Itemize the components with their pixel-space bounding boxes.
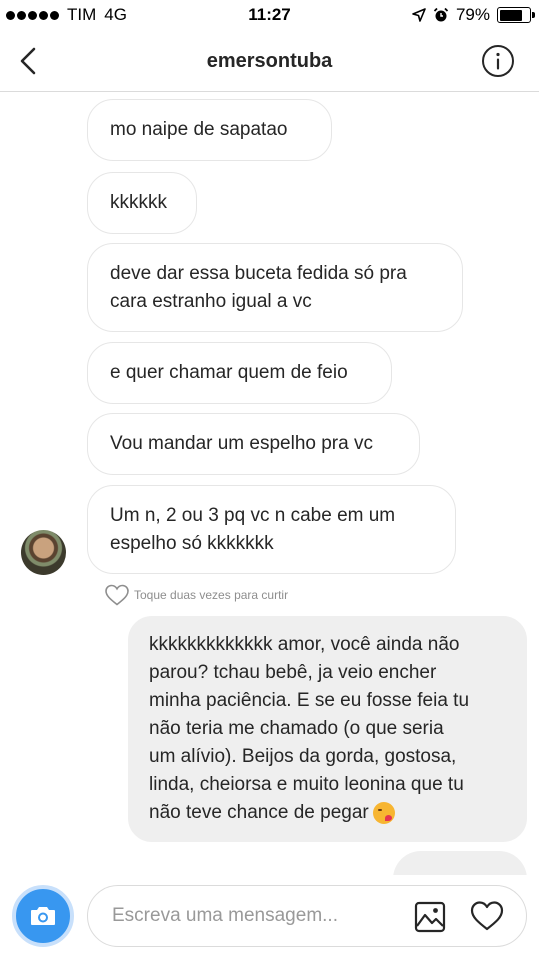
battery-icon <box>497 7 535 23</box>
info-button[interactable] <box>481 44 515 78</box>
message-text: e quer chamar quem de feio <box>110 362 348 383</box>
gallery-icon <box>414 901 446 933</box>
like-hint[interactable]: Toque duas vezes para curtir <box>104 583 288 607</box>
message-text: Vou mandar um espelho pra vc <box>110 433 373 454</box>
camera-icon <box>31 907 55 925</box>
message-bubble[interactable]: kkkkkk <box>87 172 197 234</box>
direct-message-screen: TIM 4G 11:27 79% emersontuba mo naipe de… <box>0 0 539 960</box>
message-text: Um n, 2 ou 3 pq vc n cabe em um espelho … <box>110 504 396 554</box>
heart-button[interactable] <box>470 900 504 932</box>
alarm-clock-icon <box>433 7 449 22</box>
message-bubble[interactable]: mo naipe de sapatao <box>87 99 332 161</box>
camera-button[interactable] <box>12 885 74 947</box>
face-blowing-kiss-icon <box>372 801 395 824</box>
heart-icon <box>470 901 504 931</box>
status-bar: TIM 4G 11:27 79% <box>0 0 539 32</box>
message-bubble-outgoing[interactable]: kkkkkkkkkkkkk amor, você ainda não parou… <box>128 616 527 842</box>
message-text: mo naipe de sapatao <box>110 119 288 140</box>
thread-username[interactable]: emersontuba <box>0 50 539 73</box>
message-bubble[interactable]: Um n, 2 ou 3 pq vc n cabe em um espelho … <box>87 485 456 574</box>
message-bubble[interactable]: deve dar essa buceta fedida só pra cara … <box>87 243 463 332</box>
location-arrow-icon <box>412 8 426 22</box>
message-text: kkkkkk <box>110 192 167 213</box>
message-thread[interactable]: mo naipe de sapatao kkkkkk deve dar essa… <box>0 93 539 875</box>
sender-avatar[interactable] <box>21 530 66 575</box>
message-text: deve dar essa buceta fedida só pra cara … <box>110 262 407 312</box>
gallery-button[interactable] <box>414 901 446 933</box>
outgoing-message-content: kkkkkkkkkkkkk amor, você ainda não parou… <box>149 631 469 827</box>
message-bubble-partial[interactable] <box>393 851 527 875</box>
thread-header: emersontuba <box>0 32 539 92</box>
heart-outline-icon <box>105 584 129 606</box>
message-input[interactable] <box>112 900 412 932</box>
message-bubble[interactable]: e quer chamar quem de feio <box>87 342 392 404</box>
message-composer <box>87 885 527 947</box>
battery-fill <box>499 9 523 21</box>
message-text: kkkkkkkkkkkkk amor, você ainda não parou… <box>149 634 470 823</box>
status-right: 79% <box>412 5 535 25</box>
info-icon <box>482 45 514 77</box>
message-bubble[interactable]: Vou mandar um espelho pra vc <box>87 413 420 475</box>
like-hint-text: Toque duas vezes para curtir <box>134 588 289 602</box>
battery-percent: 79% <box>455 5 490 24</box>
